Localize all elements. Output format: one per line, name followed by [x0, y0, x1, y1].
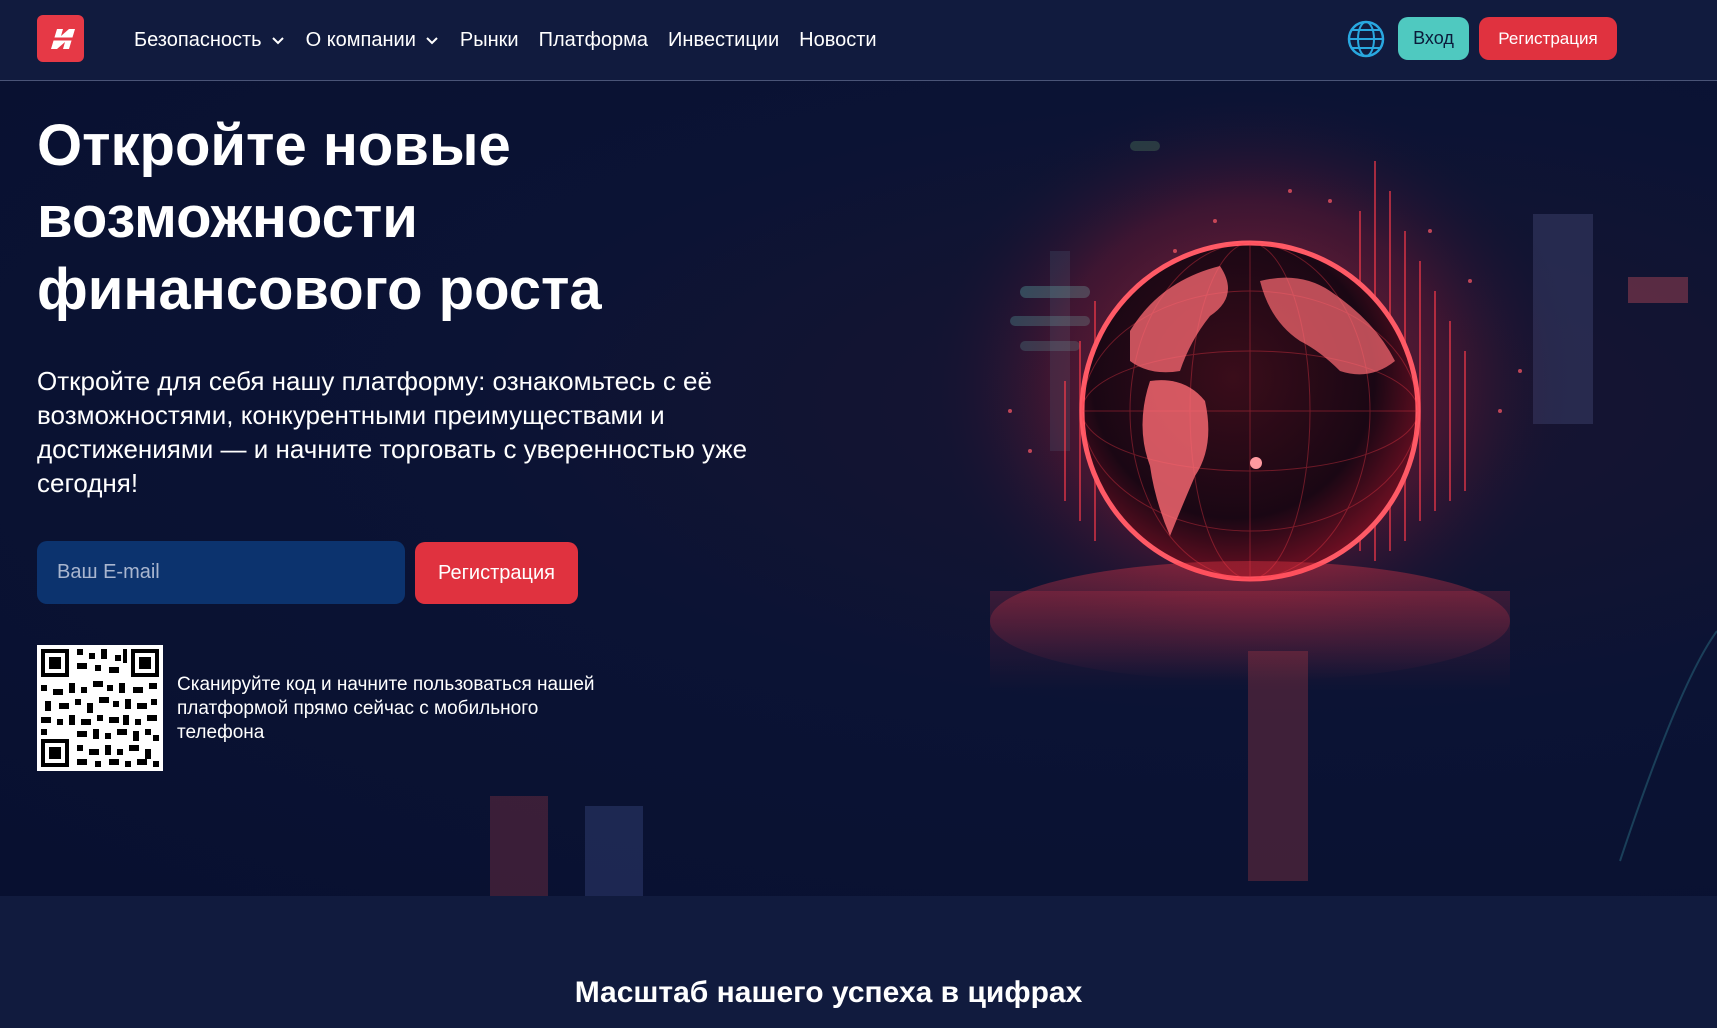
nav-item-label: Новости	[799, 28, 877, 51]
hero-section: Откройте новые возможности финансового р…	[0, 81, 1717, 896]
nav-item-about[interactable]: О компании	[306, 29, 440, 52]
qr-code-icon	[37, 645, 163, 771]
hero-description: Откройте для себя нашу платформу: ознако…	[37, 366, 748, 498]
register-button-header[interactable]: Регистрация	[1479, 17, 1617, 60]
login-button[interactable]: Вход	[1398, 17, 1469, 60]
chevron-down-icon	[426, 37, 438, 45]
brand-logo-icon[interactable]	[37, 15, 84, 62]
email-field[interactable]	[37, 541, 405, 604]
hero-title-line: возможности	[37, 185, 418, 250]
nav-item-label: Рынки	[459, 28, 519, 51]
nav-item-label: Безопасность	[134, 28, 262, 51]
language-button[interactable]	[1346, 19, 1386, 59]
nav-item-platform[interactable]: Платформа	[539, 29, 648, 52]
register-button-hero[interactable]: Регистрация	[415, 542, 578, 604]
nav-item-investments[interactable]: Инвестиции	[668, 29, 779, 52]
nav-item-label: Платформа	[538, 28, 649, 51]
stats-title: Масштаб нашего успеха в цифрах	[574, 976, 1083, 1009]
nav-item-security[interactable]: Безопасность	[134, 29, 286, 52]
nav-item-markets[interactable]: Рынки	[460, 29, 519, 52]
hero-title: Откройте новые возможности финансового р…	[37, 110, 737, 326]
globe-icon	[1347, 20, 1385, 58]
nav-item-label: О компании	[305, 28, 416, 51]
nav-item-label: Инвестиции	[668, 28, 780, 51]
nav-item-news[interactable]: Новости	[799, 29, 876, 52]
qr-description: Сканируйте код и начните пользоваться на…	[177, 674, 595, 743]
stats-section: Масштаб нашего успеха в цифрах	[0, 896, 1717, 1028]
hero-title-line: Откройте новые	[37, 113, 511, 178]
site-header: Безопасность О компании Рынки Платформа …	[0, 0, 1717, 81]
hero-title-line: финансового роста	[37, 257, 602, 322]
main-nav: Безопасность О компании Рынки Платформа …	[134, 0, 897, 80]
chevron-down-icon	[271, 37, 284, 45]
page: Безопасность О компании Рынки Платформа …	[0, 0, 1717, 1028]
